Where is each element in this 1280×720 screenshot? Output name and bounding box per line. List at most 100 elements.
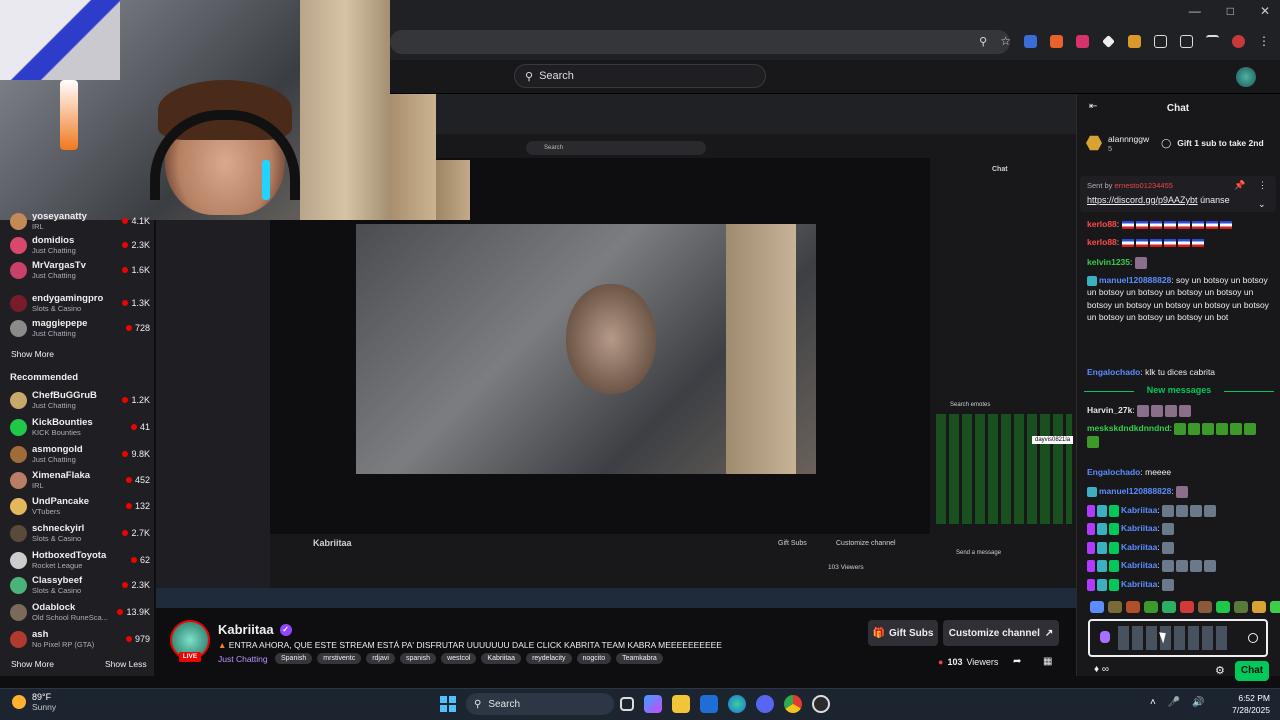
tray-chevron-icon[interactable]: ˄ xyxy=(1150,697,1156,708)
menu-dots-icon[interactable]: ⋮ xyxy=(1258,34,1270,48)
emote-item[interactable] xyxy=(1180,601,1194,613)
chat-user[interactable]: manuel120888828 xyxy=(1099,486,1171,496)
stream-tag[interactable]: Spanish xyxy=(275,653,313,664)
sidebar-channel[interactable]: Classybeef Slots & Casino 2.3K xyxy=(10,572,150,598)
pin-menu-icon[interactable]: ⋮ xyxy=(1258,180,1267,191)
search-input[interactable]: ⚲ Search xyxy=(514,64,766,88)
show-more-link[interactable]: Show More xyxy=(11,659,54,669)
start-button[interactable] xyxy=(440,696,456,712)
outlook-icon[interactable] xyxy=(700,695,718,713)
chat-user[interactable]: kerlo88 xyxy=(1087,219,1117,229)
task-view-icon[interactable] xyxy=(620,697,634,711)
emote-item[interactable] xyxy=(1126,601,1140,613)
reading-list-icon[interactable] xyxy=(1206,34,1219,48)
show-more-link[interactable]: Show More xyxy=(11,349,54,359)
sidebar-channel[interactable]: XimenaFlaka IRL 452 xyxy=(10,467,150,493)
emote-item[interactable] xyxy=(1144,601,1158,613)
emote-item[interactable] xyxy=(1162,601,1176,613)
chat-user[interactable]: meskskdndkdnndnd xyxy=(1087,423,1170,433)
edge-icon[interactable] xyxy=(728,695,746,713)
minimize-icon[interactable]: — xyxy=(1189,4,1201,18)
stream-tag[interactable]: reydelacity xyxy=(526,653,572,664)
chat-user[interactable]: kelvin1235 xyxy=(1087,257,1130,267)
chat-user[interactable]: kerlo88 xyxy=(1087,237,1117,247)
obs-icon[interactable] xyxy=(812,695,830,713)
sidebar-channel[interactable]: yoseyanatty IRL 4.1K xyxy=(10,208,150,234)
stream-tag[interactable]: rdjavi xyxy=(366,653,395,664)
extension-red-icon[interactable] xyxy=(1076,34,1089,48)
extension-orange-icon[interactable] xyxy=(1050,34,1063,48)
chat-settings-icon[interactable]: ⚙ xyxy=(1215,664,1225,677)
system-clock[interactable]: 6:52 PM 7/28/2025 xyxy=(1230,692,1270,716)
share-icon[interactable]: ➦ xyxy=(1013,656,1021,667)
stream-tag[interactable]: nogcito xyxy=(576,653,612,664)
streamer-name[interactable]: Kabriitaa ✓ xyxy=(218,622,292,637)
taskbar-search[interactable]: ⚲ Search xyxy=(466,693,614,715)
sidebar-channel[interactable]: maggiepepe Just Chatting 728 xyxy=(10,315,150,341)
show-less-link[interactable]: Show Less xyxy=(105,659,147,669)
close-icon[interactable]: ✕ xyxy=(1260,4,1270,18)
extension-diamond-icon[interactable] xyxy=(1102,34,1115,48)
channel-points[interactable]: ♦ ∞ xyxy=(1094,664,1109,675)
stream-tag[interactable]: mrstiventc xyxy=(317,653,362,664)
sidebar-channel[interactable]: MrVargasTv Just Chatting 1.6K xyxy=(10,257,150,283)
chat-user[interactable]: Kabriitaa xyxy=(1121,579,1157,589)
chat-user[interactable]: Kabriitaa xyxy=(1121,523,1157,533)
weather-widget[interactable]: 89°F Sunny xyxy=(12,692,56,712)
chat-user[interactable]: Harvin_27k xyxy=(1087,405,1132,415)
more-options-icon[interactable]: ▦ xyxy=(1043,656,1052,667)
discord-icon[interactable] xyxy=(756,695,774,713)
emote-item[interactable] xyxy=(1270,601,1280,613)
gift-cta[interactable]: Gift 1 sub to take 2nd xyxy=(1177,138,1263,148)
copilot-icon[interactable] xyxy=(644,695,662,713)
emote-item[interactable] xyxy=(1216,601,1230,613)
tab-search-icon[interactable] xyxy=(1180,34,1193,48)
stream-tag[interactable]: Teamkabra xyxy=(616,653,663,664)
chat-input[interactable] xyxy=(1088,619,1268,657)
emote-item[interactable] xyxy=(1198,601,1212,613)
chat-user[interactable]: manuel120888828 xyxy=(1099,275,1171,285)
sidebar-channel[interactable]: endygamingpro Slots & Casino 1.3K xyxy=(10,290,150,316)
gifter-name[interactable]: alannnggw xyxy=(1108,134,1149,144)
maximize-icon[interactable]: □ xyxy=(1227,4,1234,18)
gift-subs-button[interactable]: 🎁 Gift Subs xyxy=(868,620,938,646)
profile-icon[interactable] xyxy=(1232,34,1245,48)
chrome-icon[interactable] xyxy=(784,695,802,713)
microphone-icon[interactable]: 🎤 xyxy=(1168,697,1180,708)
customize-channel-button[interactable]: Customize channel ↗ xyxy=(943,620,1059,646)
stream-tag[interactable]: spanish xyxy=(399,653,437,664)
sidebar-channel[interactable]: ChefBuGGruB Just Chatting 1.2K xyxy=(10,387,150,413)
sidebar-channel[interactable]: KickBounties KICK Bounties 41 xyxy=(10,414,150,440)
pin-expand-icon[interactable]: ⌄ xyxy=(1258,199,1266,210)
sidebar-channel[interactable]: schneckyirl Slots & Casino 2.7K xyxy=(10,520,150,546)
address-bar[interactable] xyxy=(390,30,1010,54)
user-avatar[interactable] xyxy=(1236,67,1256,87)
pin-icon[interactable]: 📌 xyxy=(1234,180,1245,191)
volume-icon[interactable]: 🔊 xyxy=(1192,697,1204,708)
file-explorer-icon[interactable] xyxy=(672,695,690,713)
emote-item[interactable] xyxy=(1108,601,1122,613)
emote-picker-icon[interactable] xyxy=(1248,633,1258,643)
sidebar-channel[interactable]: UndPancake VTubers 132 xyxy=(10,493,150,519)
sidebar-channel[interactable]: domidios Just Chatting 2.3K xyxy=(10,232,150,258)
extension-blue-icon[interactable] xyxy=(1024,34,1037,48)
sidebar-channel[interactable]: asmongold Just Chatting 9.8K xyxy=(10,441,150,467)
extensions-puzzle-icon[interactable] xyxy=(1154,34,1167,48)
chat-user[interactable]: Kabriitaa xyxy=(1121,542,1157,552)
sidebar-channel[interactable]: Odablock Old School RuneSca... 13.9K xyxy=(10,599,150,625)
chat-user[interactable]: Kabriitaa xyxy=(1121,560,1157,570)
pinned-user[interactable]: ernesto01234455 xyxy=(1115,181,1173,190)
mic-icon[interactable] xyxy=(1100,631,1110,643)
chat-send-button[interactable]: Chat xyxy=(1235,661,1269,681)
stream-tag[interactable]: westcol xyxy=(441,653,477,664)
chat-user[interactable]: Engalochado xyxy=(1087,367,1140,377)
chat-user[interactable]: Kabriitaa xyxy=(1121,505,1157,515)
discord-link[interactable]: https://discord.gg/p9AAZybt xyxy=(1087,195,1198,205)
stream-category[interactable]: Just Chatting xyxy=(218,654,268,664)
sidebar-channel[interactable]: ash No Pixel RP (GTA) 979 xyxy=(10,626,150,652)
emote-item[interactable] xyxy=(1252,601,1266,613)
emote-item[interactable] xyxy=(1090,601,1104,613)
streamer-name-text[interactable]: Kabriitaa xyxy=(218,622,274,637)
chat-user[interactable]: Engalochado xyxy=(1087,467,1140,477)
stream-tag[interactable]: Kabriitaa xyxy=(481,653,522,664)
